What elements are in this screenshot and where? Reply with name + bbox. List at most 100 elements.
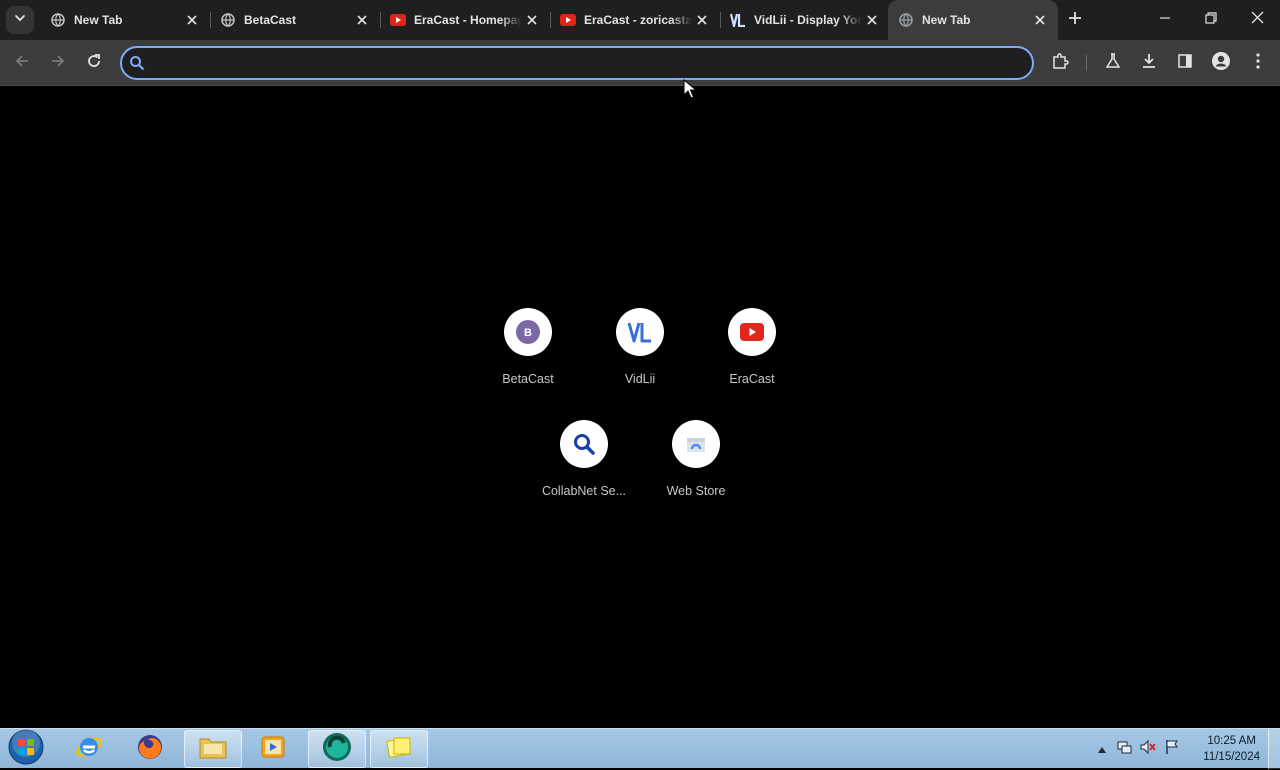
chevron-up-icon <box>1098 740 1106 758</box>
shortcut-label: EraCast <box>729 372 775 386</box>
close-window-button[interactable] <box>1243 6 1271 34</box>
shortcut-eracast[interactable]: EraCast <box>696 300 808 400</box>
tab-search-button[interactable] <box>6 6 34 34</box>
tab-title: New Tab <box>74 13 123 27</box>
restore-button[interactable] <box>1197 6 1225 34</box>
internet-explorer-icon <box>74 732 104 767</box>
close-icon[interactable] <box>522 10 542 30</box>
taskbar-sticky-notes[interactable] <box>370 730 428 768</box>
volume-muted-icon <box>1140 739 1156 760</box>
betacast-icon: B <box>516 320 540 344</box>
svg-text:B: B <box>524 327 532 339</box>
network-icon <box>1116 739 1132 760</box>
shortcut-icon-circle <box>728 308 776 356</box>
shortcut-label: Web Store <box>666 484 726 498</box>
forward-button[interactable] <box>42 47 74 79</box>
tab-vidlii[interactable]: VidLii - Display Yourself <box>720 6 890 34</box>
file-explorer-icon <box>198 733 228 766</box>
kebab-menu-icon <box>1256 52 1260 74</box>
downloads-button[interactable] <box>1133 47 1165 79</box>
side-panel-icon <box>1177 53 1193 74</box>
shortcut-web-store[interactable]: Web Store <box>640 412 752 512</box>
vidlii-icon <box>730 12 746 28</box>
taskbar-firefox[interactable] <box>121 730 179 768</box>
tab-title: EraCast - Homepage <box>414 13 522 27</box>
action-center-tray-button[interactable] <box>1164 739 1180 760</box>
tab-title: BetaCast <box>244 13 297 27</box>
tab-title: VidLii - Display Yourself <box>754 13 862 27</box>
tab-title: EraCast - zoricastas <box>584 13 692 27</box>
puzzle-icon <box>1051 52 1069 75</box>
shortcut-collabnet-search[interactable]: CollabNet Se... <box>528 412 640 512</box>
labs-button[interactable] <box>1097 47 1129 79</box>
address-input[interactable] <box>154 55 1032 71</box>
browser-icon <box>321 731 353 768</box>
youtube-icon <box>390 12 406 28</box>
show-desktop-button[interactable] <box>1268 729 1280 769</box>
menu-button[interactable] <box>1242 47 1274 79</box>
reload-icon <box>86 53 102 74</box>
taskbar-file-explorer[interactable] <box>184 730 242 768</box>
shortcut-icon-circle <box>560 420 608 468</box>
back-button[interactable] <box>6 47 38 79</box>
clock-date: 11/15/2024 <box>1203 751 1260 763</box>
youtube-icon <box>560 12 576 28</box>
reload-button[interactable] <box>78 47 110 79</box>
new-tab-page: B BetaCast VidLii EraCast CollabNet Se..… <box>0 87 1280 728</box>
web-store-icon <box>687 438 705 452</box>
minimize-icon <box>1159 11 1171 29</box>
toolbar-divider <box>1086 55 1087 71</box>
tab-new-tab-active[interactable]: New Tab <box>888 0 1058 40</box>
shortcut-icon-circle: B <box>504 308 552 356</box>
system-tray: 10:25 AM 11/15/2024 <box>1094 729 1280 769</box>
close-icon[interactable] <box>352 10 372 30</box>
flag-icon <box>1164 739 1180 760</box>
flask-icon <box>1105 52 1121 74</box>
avatar-icon <box>1211 51 1231 76</box>
restore-icon <box>1205 11 1217 29</box>
sticky-notes-icon <box>384 732 414 767</box>
search-icon <box>128 54 146 72</box>
arrow-left-icon <box>14 53 30 74</box>
clock[interactable]: 10:25 AM 11/15/2024 <box>1203 733 1260 765</box>
close-icon[interactable] <box>182 10 202 30</box>
close-icon[interactable] <box>1030 10 1050 30</box>
profile-button[interactable] <box>1205 47 1237 79</box>
browser-toolbar <box>0 40 1280 86</box>
shortcut-betacast[interactable]: B BetaCast <box>472 300 584 400</box>
media-player-icon <box>259 733 287 766</box>
minimize-button[interactable] <box>1151 6 1179 34</box>
globe-icon <box>50 12 66 28</box>
close-icon <box>1251 11 1264 29</box>
close-icon[interactable] <box>862 10 882 30</box>
tab-eracast-channel[interactable]: EraCast - zoricastas <box>550 6 720 34</box>
side-panel-button[interactable] <box>1169 47 1201 79</box>
firefox-icon <box>135 732 165 767</box>
show-hidden-icons-button[interactable] <box>1094 741 1110 757</box>
windows-taskbar: 10:25 AM 11/15/2024 <box>0 728 1280 769</box>
tab-strip: New Tab BetaCast EraCast - Homepage EraC… <box>0 0 1280 40</box>
tab-eracast-homepage[interactable]: EraCast - Homepage <box>380 6 550 34</box>
start-button[interactable] <box>6 728 46 768</box>
taskbar-internet-explorer[interactable] <box>60 730 118 768</box>
network-tray-button[interactable] <box>1116 741 1132 757</box>
shortcut-label: CollabNet Se... <box>541 484 627 498</box>
shortcut-label: BetaCast <box>502 372 554 386</box>
clock-time: 10:25 AM <box>1207 735 1256 747</box>
taskbar-browser[interactable] <box>308 730 366 768</box>
close-icon[interactable] <box>692 10 712 30</box>
tab-new-tab[interactable]: New Tab <box>40 6 210 34</box>
vidlii-icon <box>627 322 651 343</box>
taskbar-media-player[interactable] <box>244 730 302 768</box>
shortcut-vidlii[interactable]: VidLii <box>584 300 696 400</box>
arrow-right-icon <box>50 53 66 74</box>
chevron-down-icon <box>14 11 26 29</box>
volume-tray-button[interactable] <box>1140 739 1156 760</box>
tab-betacast[interactable]: BetaCast <box>210 6 380 34</box>
extensions-button[interactable] <box>1044 47 1076 79</box>
search-icon <box>574 434 595 455</box>
address-bar[interactable] <box>120 46 1034 80</box>
mouse-cursor-icon <box>683 78 698 99</box>
shortcut-icon-circle <box>616 308 664 356</box>
new-tab-button[interactable] <box>1064 9 1086 31</box>
